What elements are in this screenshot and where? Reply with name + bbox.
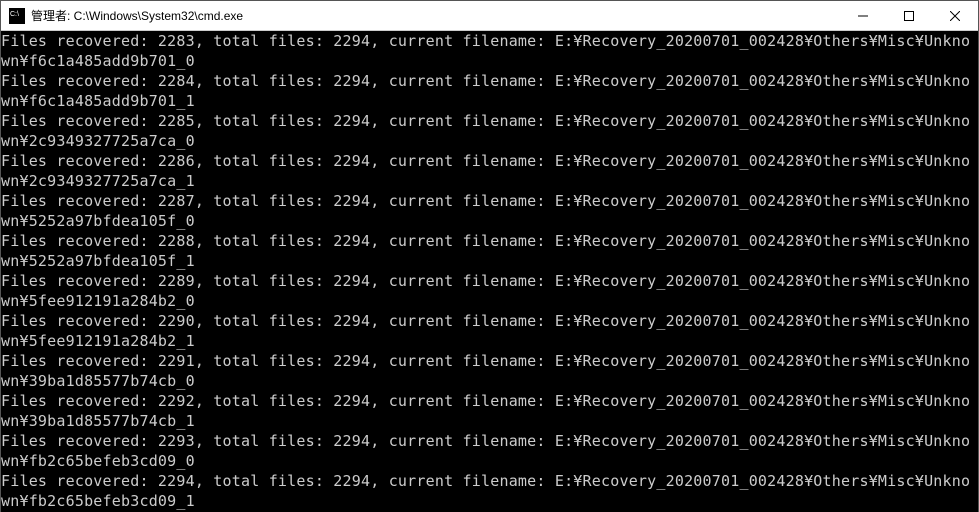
terminal-output[interactable]: Files recovered: 2283, total files: 2294… xyxy=(1,31,978,512)
window-controls xyxy=(840,1,978,30)
window-title: 管理者: C:\Windows\System32\cmd.exe xyxy=(31,7,840,24)
maximize-icon xyxy=(904,11,914,21)
maximize-button[interactable] xyxy=(886,1,932,30)
minimize-icon xyxy=(858,11,868,21)
cmd-icon xyxy=(9,8,25,24)
close-icon xyxy=(950,11,960,21)
close-button[interactable] xyxy=(932,1,978,30)
minimize-button[interactable] xyxy=(840,1,886,30)
titlebar: 管理者: C:\Windows\System32\cmd.exe xyxy=(1,1,978,31)
